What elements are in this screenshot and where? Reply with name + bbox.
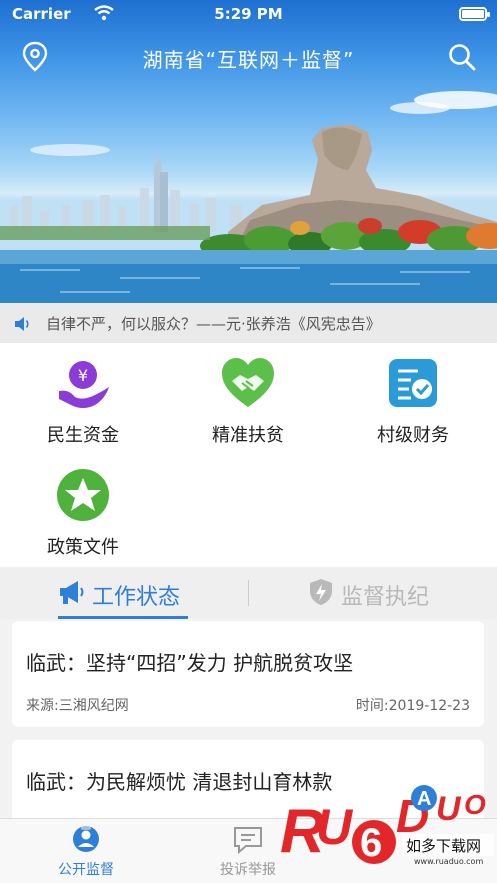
megaphone-icon xyxy=(60,581,84,604)
status-bar: Carrier 5:29 PM xyxy=(0,0,497,30)
money-hand-icon: ¥ xyxy=(59,361,109,408)
news-card[interactable]: 临武：坚持“四招”发力 护航脱贫攻坚 来源:三湘风纪网 时间:2019-12-2… xyxy=(12,621,484,727)
tab-label: 工作状态 xyxy=(92,585,181,610)
svg-text:U: U xyxy=(436,790,462,828)
service-label: 精准扶贫 xyxy=(212,425,284,446)
content-tabs: 工作状态 监督执纪 xyxy=(0,567,497,619)
svg-text:如多下载网: 如多下载网 xyxy=(406,837,481,855)
svg-text:¥: ¥ xyxy=(78,366,88,385)
battery-icon xyxy=(459,7,490,21)
svg-text:www.ruaduo.com: www.ruaduo.com xyxy=(414,857,483,866)
svg-text:U: U xyxy=(316,799,354,855)
news-title: 临武：坚持“四招”发力 护航脱贫攻坚 xyxy=(26,651,354,675)
search-icon[interactable] xyxy=(447,42,477,72)
bottom-tab-label: 公开监督 xyxy=(58,862,114,878)
service-village-finance[interactable]: 村级财务 xyxy=(338,343,488,453)
notice-text: 自律不严，何以服众？——元·张养浩《风宪忠告》 xyxy=(46,315,381,333)
svg-text:O: O xyxy=(464,789,486,820)
service-label: 政策文件 xyxy=(47,537,119,558)
service-minsheng-funds[interactable]: ¥ 民生资金 xyxy=(8,343,158,453)
clock: 5:29 PM xyxy=(214,5,283,23)
svg-text:6: 6 xyxy=(360,821,382,865)
service-grid: ¥ 民生资金 精准扶贫 村级财务 政策文件 xyxy=(0,343,497,567)
tab-supervision[interactable]: 监督执纪 xyxy=(249,567,497,619)
document-check-icon xyxy=(389,359,437,407)
service-label: 村级财务 xyxy=(377,425,449,446)
speaker-icon xyxy=(15,317,29,331)
news-source: 来源:三湘风纪网 xyxy=(26,698,129,714)
tab-label: 监督执纪 xyxy=(341,585,430,610)
page-title: 湖南省“互联网＋监督” xyxy=(142,48,355,72)
app-screen: Carrier 5:29 PM 湖南省“互联网＋监督” 自律不严，何以服众？——… xyxy=(0,0,497,883)
inspector-icon xyxy=(73,826,99,852)
service-label: 民生资金 xyxy=(47,425,119,446)
service-precision-poverty[interactable]: 精准扶贫 xyxy=(173,343,323,453)
news-time: 时间:2019-12-23 xyxy=(355,698,470,714)
chat-bubble-icon xyxy=(234,827,262,855)
hero-banner[interactable]: Carrier 5:29 PM 湖南省“互联网＋监督” xyxy=(0,0,497,303)
ruanduo-watermark: R U 6 D U O A 如多下载网 www.ruaduo.com xyxy=(280,785,494,866)
tab-work-status[interactable]: 工作状态 xyxy=(0,567,248,619)
nav-bar: 湖南省“互联网＋监督” xyxy=(0,34,497,78)
active-tab-indicator xyxy=(58,616,188,619)
star-badge-icon xyxy=(57,469,109,521)
bottom-tab-public-supervision[interactable]: 公开监督 xyxy=(6,819,166,883)
heart-handshake-icon xyxy=(222,358,274,407)
svg-text:A: A xyxy=(417,788,431,810)
notice-marquee[interactable]: 自律不严，何以服众？——元·张养浩《风宪忠告》 xyxy=(0,303,497,343)
shield-bolt-icon xyxy=(310,579,332,605)
service-policy-documents[interactable]: 政策文件 xyxy=(8,455,158,565)
